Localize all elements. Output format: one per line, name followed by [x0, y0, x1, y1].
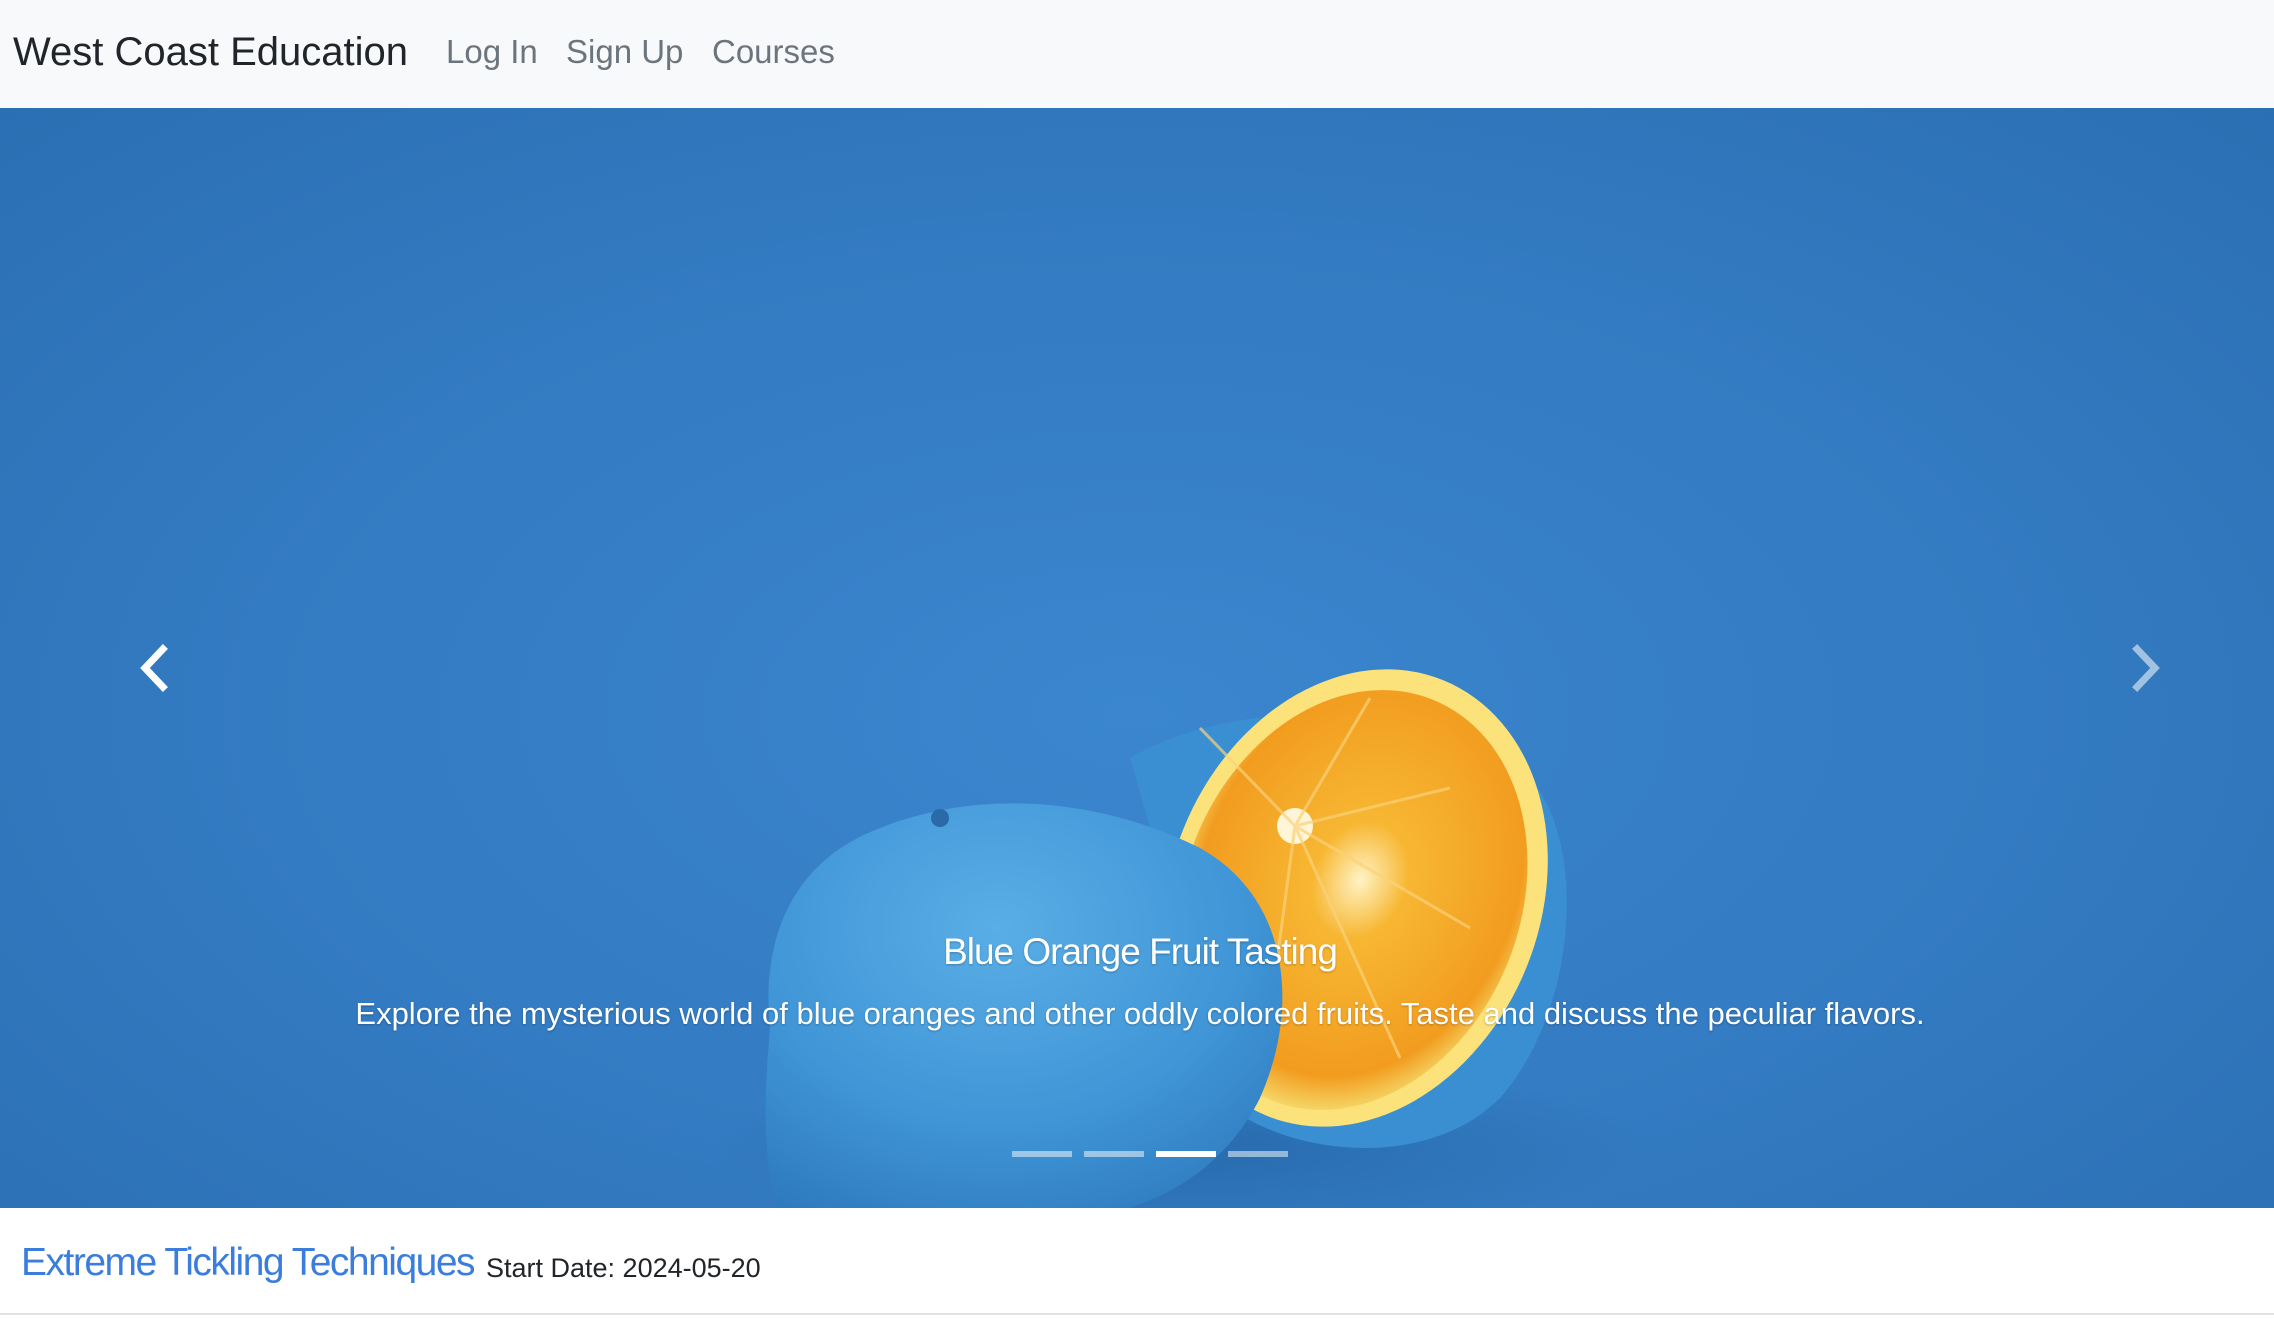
- carousel-caption: Blue Orange Fruit Tasting Explore the my…: [340, 928, 1940, 1038]
- course-list-item: Extreme Tickling Techniques Start Date: …: [0, 1208, 2274, 1315]
- carousel-indicator-1[interactable]: [1012, 1151, 1072, 1157]
- top-navbar: West Coast Education Log In Sign Up Cour…: [0, 0, 2274, 108]
- brand-link[interactable]: West Coast Education: [13, 26, 408, 78]
- carousel-indicator-3[interactable]: [1156, 1151, 1216, 1157]
- slide-title: Blue Orange Fruit Tasting: [943, 931, 1338, 972]
- carousel-indicators: [1012, 1149, 1288, 1159]
- chevron-right-icon: [2132, 644, 2160, 692]
- nav-link-log-in[interactable]: Log In: [446, 30, 538, 74]
- carousel-slide-image: [710, 669, 1650, 1208]
- course-title-link[interactable]: Extreme Tickling Techniques: [21, 1238, 476, 1288]
- nav-link-sign-up[interactable]: Sign Up: [566, 30, 683, 74]
- carousel-prev-button[interactable]: [110, 623, 200, 713]
- carousel-indicator-2[interactable]: [1084, 1151, 1144, 1157]
- course-carousel: Blue Orange Fruit Tasting Explore the my…: [0, 108, 2274, 1208]
- chevron-left-icon: [140, 644, 168, 692]
- carousel-next-button[interactable]: [2100, 623, 2190, 713]
- nav-link-courses[interactable]: Courses: [712, 30, 835, 74]
- course-start-date: Start Date: 2024-05-20: [486, 1253, 761, 1283]
- carousel-indicator-4[interactable]: [1228, 1151, 1288, 1157]
- slide-description: Explore the mysterious world of blue ora…: [355, 996, 1925, 1031]
